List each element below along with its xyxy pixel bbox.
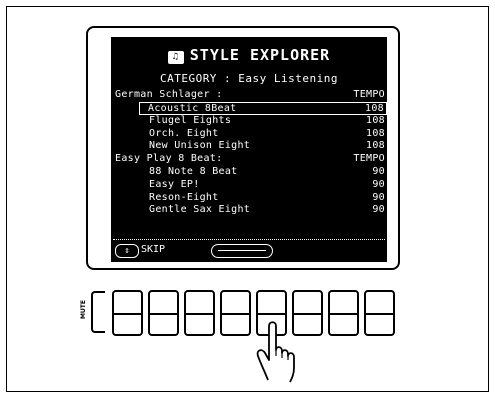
skip-label: SKIP [141,244,166,255]
style-tempo: 108 [366,114,385,126]
category-label: CATEGORY : Easy Listening [159,72,339,85]
lcd-button-2[interactable] [148,290,179,336]
screen-title-text: STYLE EXPLORER [189,46,331,64]
style-name: Reson-Eight [149,191,219,203]
music-style-icon: ♫ [167,51,184,64]
style-name: Easy Play 8 Beat: [115,153,223,165]
style-tempo: 108 [366,127,385,139]
style-row[interactable]: Gentle Sax Eight 90 [111,204,387,217]
style-name: Orch. Eight [149,127,219,139]
style-group-row: Easy Play 8 Beat: TEMPO [111,153,387,166]
style-name: Flugel Eights [149,114,232,126]
mute-brace [91,291,105,333]
style-tempo: 90 [372,178,385,190]
lcd-button-4[interactable] [220,290,251,336]
style-row[interactable]: Flugel Eights 108 [111,115,387,128]
style-tempo: TEMPO [353,153,385,165]
screen-title: ♫ STYLE EXPLORER [111,46,387,64]
style-row[interactable]: Orch. Eight 108 [111,128,387,141]
lcd-screen: ♫ STYLE EXPLORER CATEGORY : Easy Listenin… [111,37,387,262]
lcd-button-1[interactable] [112,290,143,336]
style-tempo: 90 [372,204,385,216]
style-tempo: 90 [372,191,385,203]
divider [113,239,385,240]
style-row[interactable]: New Unison Eight 108 [111,140,387,153]
style-list: German Schlager : TEMPO Acoustic 8Beat 108 F… [111,89,387,217]
lcd-button-3[interactable] [184,290,215,336]
page-skip-icon: ⇕ [115,244,139,258]
skip-control[interactable]: ⇕ SKIP [115,243,165,258]
style-row[interactable]: Easy EP! 90 [111,179,387,192]
style-tempo: 90 [372,165,385,177]
style-name: Easy EP! [149,178,200,190]
style-name: 88 Note 8 Beat [149,165,238,177]
style-name: New Unison Eight [149,140,251,152]
style-tempo: 108 [365,102,384,114]
mute-label: MUTE [80,300,87,320]
data-dial-icon[interactable] [211,244,273,258]
lcd-button-7[interactable] [328,290,359,336]
style-name: Gentle Sax Eight [149,204,251,216]
style-group-row: German Schlager : TEMPO [111,89,387,102]
style-name: German Schlager : [115,89,223,100]
style-row[interactable]: Acoustic 8Beat 108 [139,101,387,115]
style-tempo: 108 [366,140,385,152]
lcd-button-8[interactable] [364,290,395,336]
style-row[interactable]: Reson-Eight 90 [111,192,387,205]
pointing-hand-icon [256,321,295,383]
style-row[interactable]: 88 Note 8 Beat 90 [111,166,387,179]
style-tempo: TEMPO [353,89,385,100]
style-name: Acoustic 8Beat [148,102,237,114]
